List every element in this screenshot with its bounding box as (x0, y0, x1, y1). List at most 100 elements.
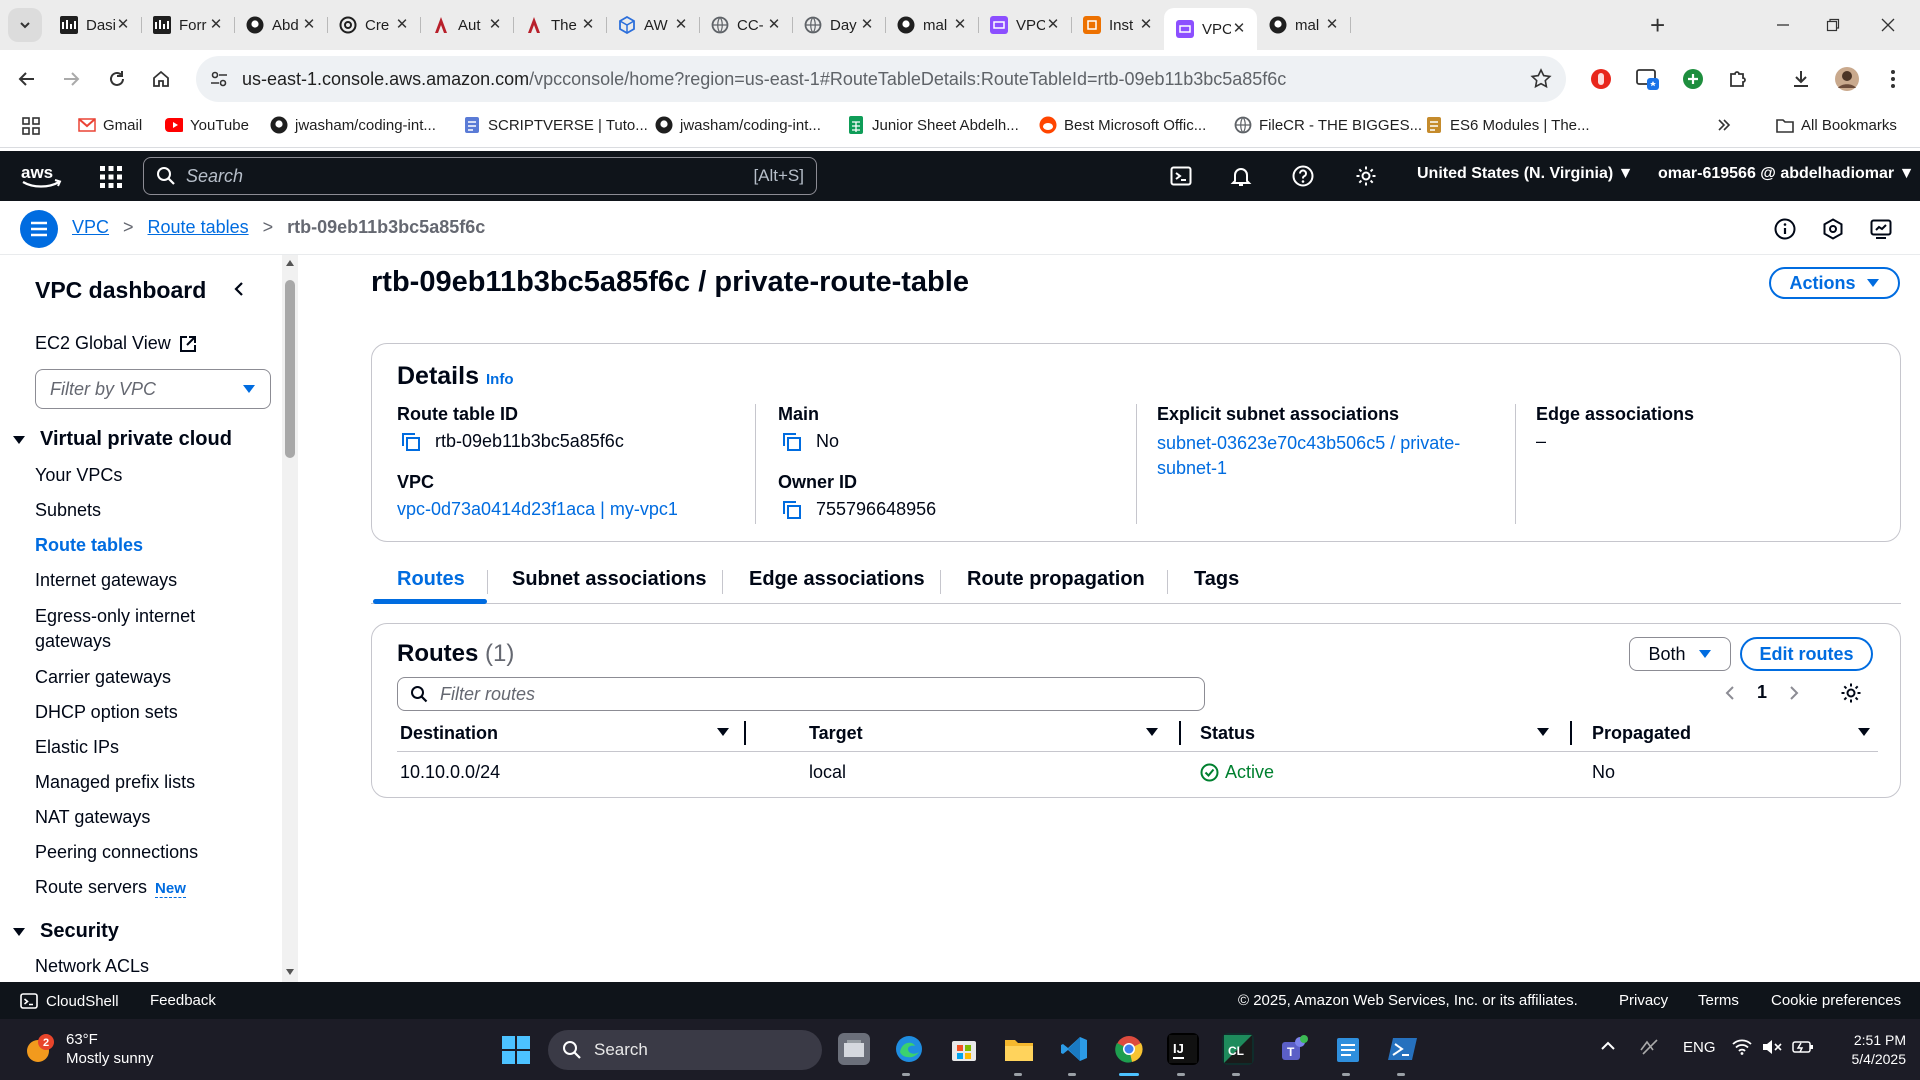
teams-icon[interactable]: T (1277, 1033, 1309, 1065)
breadcrumb-vpc[interactable]: VPC (72, 217, 109, 238)
bookmark-item[interactable]: FileCR - THE BIGGES... (1234, 116, 1422, 134)
scroll-up-icon[interactable] (285, 259, 295, 267)
bookmark-item[interactable]: Gmail (78, 116, 142, 134)
all-bookmarks[interactable]: All Bookmarks (1776, 116, 1897, 134)
taskbar-search[interactable]: Search (548, 1030, 822, 1070)
sidebar-item-peering-connections[interactable]: Peering connections (35, 840, 245, 865)
sidebar-item-elastic-ips[interactable]: Elastic IPs (35, 735, 245, 760)
sidebar-item-route-servers[interactable]: Route servers New (35, 875, 245, 901)
chrome-icon[interactable] (1113, 1033, 1145, 1065)
tray-overflow-icon[interactable] (1600, 1039, 1616, 1051)
filter-by-vpc-select[interactable]: Filter by VPC (35, 369, 271, 409)
close-tab-icon[interactable]: ✕ (952, 17, 968, 33)
details-info-link[interactable]: Info (486, 371, 514, 388)
edge-browser-icon[interactable] (893, 1033, 925, 1065)
tab-subnet-associations[interactable]: Subnet associations (512, 568, 707, 591)
ec2-global-view-link[interactable]: EC2 Global View (35, 333, 197, 354)
tab-tags[interactable]: Tags (1194, 568, 1239, 591)
chevron-right-icon[interactable] (1789, 685, 1799, 701)
file-explorer-icon[interactable] (1003, 1033, 1035, 1065)
extension-cast-icon[interactable] (1635, 66, 1661, 92)
browser-tab[interactable]: mal ✕ (1257, 8, 1351, 42)
browser-tab[interactable]: The ✕ (513, 8, 607, 42)
close-window-button[interactable] (1873, 10, 1903, 40)
column-resizer[interactable] (1570, 721, 1572, 745)
aws-search-input[interactable]: Search [Alt+S] (143, 157, 817, 195)
sort-caret-icon[interactable] (716, 727, 730, 737)
sidebar-item-dhcp-option-sets[interactable]: DHCP option sets (35, 700, 245, 725)
reload-button[interactable] (104, 66, 130, 92)
explicit-subnet-link-cont[interactable]: subnet-1 (1157, 456, 1487, 481)
browser-tab[interactable]: VPC ✕ (978, 8, 1072, 42)
bookmark-item[interactable]: ES6 Modules | The... (1425, 116, 1590, 134)
browser-tab[interactable]: Cre ✕ (327, 8, 421, 42)
privacy-link[interactable]: Privacy (1619, 992, 1668, 1009)
browser-tab[interactable]: mal ✕ (885, 8, 979, 42)
language-indicator[interactable]: ENG (1683, 1039, 1716, 1056)
vpc-link[interactable]: vpc-0d73a0414d23f1aca | my-vpc1 (397, 499, 678, 520)
profile-avatar[interactable] (1834, 66, 1860, 92)
info-panel-icon[interactable] (1773, 217, 1797, 241)
sidebar-item-route-tables[interactable]: Route tables (35, 533, 245, 558)
browser-menu-icon[interactable] (1880, 66, 1906, 92)
bookmark-item[interactable]: YouTube (165, 116, 249, 134)
ip-version-select[interactable]: Both (1629, 637, 1731, 671)
close-tab-icon[interactable]: ✕ (580, 17, 596, 33)
microsoft-store-icon[interactable] (948, 1033, 980, 1065)
terms-link[interactable]: Terms (1698, 992, 1739, 1009)
close-tab-icon[interactable]: ✕ (487, 17, 503, 33)
extension-red-icon[interactable] (1588, 66, 1614, 92)
notepad-icon[interactable] (1332, 1033, 1364, 1065)
side-nav-toggle[interactable] (20, 210, 58, 248)
close-tab-icon[interactable]: ✕ (394, 17, 410, 33)
explicit-subnet-link[interactable]: subnet-03623e70c43b506c5 / private- (1157, 431, 1487, 456)
browser-tab[interactable]: Day ✕ (792, 8, 886, 42)
browser-tab[interactable]: Dasi ✕ (48, 8, 142, 42)
chevron-left-icon[interactable] (1725, 685, 1735, 701)
close-tab-icon[interactable]: ✕ (115, 17, 131, 33)
scroll-down-icon[interactable] (285, 968, 295, 976)
console-toolbar-icon[interactable] (1869, 217, 1893, 241)
vscode-icon[interactable] (1058, 1033, 1090, 1065)
filter-routes-input[interactable]: Filter routes (397, 677, 1205, 711)
more-bookmarks-icon[interactable] (1717, 118, 1731, 132)
clion-icon[interactable]: CL (1222, 1033, 1254, 1065)
extension-plus-icon[interactable] (1680, 66, 1706, 92)
bookmark-item[interactable]: jwasham/coding-int... (270, 116, 436, 134)
feedback-link[interactable]: Feedback (150, 992, 216, 1009)
region-selector[interactable]: United States (N. Virginia) ▼ (1417, 165, 1633, 183)
aws-logo[interactable]: aws (20, 163, 62, 189)
network-off-icon[interactable] (1640, 1039, 1660, 1055)
section-virtual-private-cloud[interactable]: Virtual private cloud (12, 428, 232, 451)
table-preferences-gear-icon[interactable] (1840, 682, 1862, 704)
bookmark-item[interactable]: Best Microsoft Offic... (1039, 116, 1206, 134)
bookmark-item[interactable]: jwasham/coding-int... (655, 116, 821, 134)
collapse-sidebar-icon[interactable] (232, 281, 246, 297)
column-resizer[interactable] (744, 721, 746, 745)
edit-routes-button[interactable]: Edit routes (1740, 637, 1873, 671)
powershell-icon[interactable] (1387, 1033, 1419, 1065)
services-menu-icon[interactable] (100, 166, 122, 188)
sidebar-item-carrier-gateways[interactable]: Carrier gateways (35, 665, 245, 690)
forward-button[interactable] (58, 66, 84, 92)
notifications-bell-icon[interactable] (1229, 164, 1253, 188)
cloudshell-icon[interactable] (1169, 164, 1193, 188)
battery-icon[interactable] (1792, 1039, 1814, 1055)
minimize-button[interactable] (1768, 10, 1798, 40)
tab-edge-associations[interactable]: Edge associations (749, 568, 925, 591)
browser-tab[interactable]: VPC ✕ (1164, 8, 1257, 50)
close-tab-icon[interactable]: ✕ (1231, 21, 1247, 37)
bookmark-item[interactable]: SCRIPTVERSE | Tuto... (463, 116, 648, 134)
browser-tab[interactable]: CC- ✕ (699, 8, 793, 42)
cloudshell-link[interactable]: CloudShell (20, 992, 119, 1010)
windows-start-icon[interactable] (502, 1036, 530, 1064)
sort-caret-icon[interactable] (1145, 727, 1159, 737)
copy-icon[interactable] (782, 500, 802, 520)
volume-muted-icon[interactable] (1762, 1039, 1782, 1055)
close-tab-icon[interactable]: ✕ (859, 17, 875, 33)
new-tab-button[interactable]: + (1650, 12, 1665, 38)
weather-widget[interactable]: 2 63°F Mostly sunny (24, 1030, 154, 1068)
tab-route-propagation[interactable]: Route propagation (967, 568, 1145, 591)
actions-button[interactable]: Actions (1769, 267, 1900, 299)
sidebar-item-your-vpcs[interactable]: Your VPCs (35, 463, 245, 488)
